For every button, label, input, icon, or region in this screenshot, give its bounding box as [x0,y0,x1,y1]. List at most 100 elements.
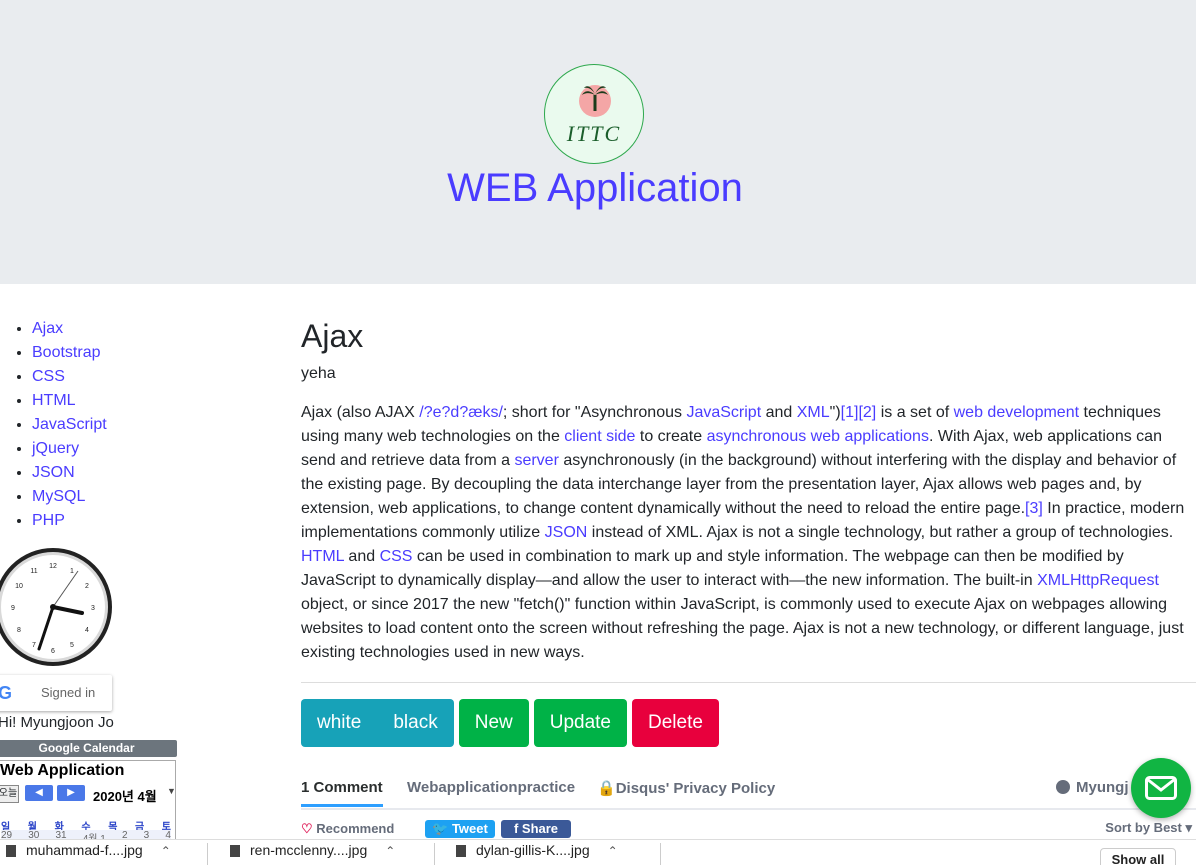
xmlhttprequest-link[interactable]: XMLHttpRequest [1037,572,1159,589]
clock-num-9: 9 [11,605,15,612]
logo-text: ITTC [566,121,622,146]
clock-num-2: 2 [85,583,89,590]
xml-link[interactable]: XML [797,404,830,421]
sidebar-link-html[interactable]: HTML [32,392,76,409]
clock-num-1: 1 [70,568,74,575]
sidebar-item-php: PHP [32,509,107,533]
sidebar-item-json: JSON [32,461,107,485]
chevron-up-icon[interactable]: ⌃ [385,844,395,858]
recommend-button[interactable]: ♡ Recommend [301,821,394,837]
delete-button[interactable]: Delete [632,699,719,747]
file-icon [456,845,466,858]
chevron-up-icon[interactable]: ⌃ [608,844,618,858]
black-theme-button[interactable]: black [377,699,453,747]
sidebar-link-mysql[interactable]: MySQL [32,488,85,505]
tweet-button[interactable]: 🐦 Tweet [425,820,495,838]
white-theme-button[interactable]: white [301,699,377,747]
sidebar-item-ajax: Ajax [32,317,107,341]
theme-button-group: white black [301,699,454,747]
calendar-title: Web Application [0,762,125,779]
sidebar-item-bootstrap: Bootstrap [32,341,107,365]
article-title: Ajax [301,318,364,354]
calendar-today-button[interactable]: 오늘 [0,785,19,803]
web-development-link[interactable]: web development [954,404,1079,421]
sidebar-link-ajax[interactable]: Ajax [32,320,63,337]
sidebar-link-json[interactable]: JSON [32,464,75,481]
html-link[interactable]: HTML [301,548,344,565]
download-item[interactable]: muhammad-f....jpg ⌃ [4,842,171,865]
google-calendar-widget: Web Application 오늘 ◀ ▶ 2020년 4월 ▼ 일 월 화 … [0,760,176,840]
lock-icon: 🔒 [597,780,616,797]
clock-num-11: 11 [30,568,37,575]
google-icon: G [0,683,13,703]
share-button[interactable]: f Share [501,820,571,838]
clock-hour-hand [51,605,84,615]
ittc-logo: ITTC [544,64,644,164]
disqus-user-menu[interactable]: Myungj [1056,779,1129,796]
twitter-icon: 🐦 [432,821,449,836]
contact-mail-button[interactable] [1131,758,1191,818]
sidebar-item-javascript: JavaScript [32,413,107,437]
sort-dropdown[interactable]: Sort by Best ▾ [1105,820,1192,836]
download-bar: muhammad-f....jpg ⌃ ren-mcclenny....jpg ⌃ … [0,839,1196,865]
clock-num-12: 12 [49,563,57,570]
sidebar-link-php[interactable]: PHP [32,512,65,529]
pronunciation-link[interactable]: /?e?d?æks/ [419,404,503,421]
show-all-downloads-button[interactable]: Show all [1100,848,1176,865]
signin-label: Signed in [41,685,96,700]
sidebar-link-bootstrap[interactable]: Bootstrap [32,344,100,361]
javascript-link[interactable]: JavaScript [686,404,761,421]
tab-comments[interactable]: 1 Comment [301,779,383,796]
sidebar-item-mysql: MySQL [32,485,107,509]
clock-num-7: 7 [32,642,36,649]
chevron-up-icon[interactable]: ⌃ [161,844,171,858]
server-link[interactable]: server [514,452,558,469]
active-tab-underline [301,804,383,807]
disqus-actions: ♡ Recommend 🐦 Tweet f Share Sort by Best… [301,819,1196,839]
greeting-text: Hi! Myungjoon Jo [0,714,114,731]
clock-num-4: 4 [85,627,89,634]
clock-num-8: 8 [17,627,21,634]
analog-clock: 12 1 2 3 4 5 6 7 8 9 10 11 [0,548,112,666]
palm-tree-icon [582,86,608,111]
calendar-dropdown-icon[interactable]: ▼ [167,786,175,796]
file-icon [6,845,16,858]
download-item[interactable]: ren-mcclenny....jpg ⌃ [228,842,395,865]
sidebar-item-jquery: jQuery [32,437,107,461]
clock-num-5: 5 [70,642,74,649]
calendar-header: Google Calendar [0,740,177,757]
new-button[interactable]: New [458,699,529,747]
sidebar-link-css[interactable]: CSS [32,368,65,385]
divider [207,843,208,865]
citation-1-link[interactable]: [1] [841,404,859,421]
divider [301,682,1196,683]
json-link[interactable]: JSON [545,524,588,541]
calendar-prev-button[interactable]: ◀ [25,785,53,801]
action-buttons: white black New Update Delete [301,699,719,747]
header-jumbotron: ITTC WEB Application [0,0,1196,284]
divider [660,843,661,865]
tab-forum[interactable]: Webapplicationpractice [407,779,575,796]
article-body: Ajax (also AJAX /?e?d?æks/; short for "A… [301,404,1185,661]
sidebar-link-javascript[interactable]: JavaScript [32,416,107,433]
clock-num-3: 3 [91,605,95,612]
facebook-icon: f [513,821,519,836]
mail-icon [1145,776,1177,800]
citation-2-link[interactable]: [2] [858,404,876,421]
update-button[interactable]: Update [533,699,628,747]
clock-minute-hand [37,605,55,651]
chat-bubble-icon [1056,780,1070,794]
sidebar-item-html: HTML [32,389,107,413]
sidebar-link-jquery[interactable]: jQuery [32,440,79,457]
site-title[interactable]: WEB Application [0,166,1190,211]
async-web-apps-link[interactable]: asynchronous web applications [707,428,929,445]
clock-face: 12 1 2 3 4 5 6 7 8 9 10 11 [11,563,95,655]
download-item[interactable]: dylan-gillis-K....jpg ⌃ [454,842,618,865]
sidebar-item-css: CSS [32,365,107,389]
citation-3-link[interactable]: [3] [1025,500,1043,517]
calendar-next-button[interactable]: ▶ [57,785,85,801]
privacy-link[interactable]: 🔒Disqus' Privacy Policy [597,779,775,797]
css-link[interactable]: CSS [380,548,413,565]
client-side-link[interactable]: client side [564,428,635,445]
google-signin-button[interactable]: G Signed in [0,675,112,711]
